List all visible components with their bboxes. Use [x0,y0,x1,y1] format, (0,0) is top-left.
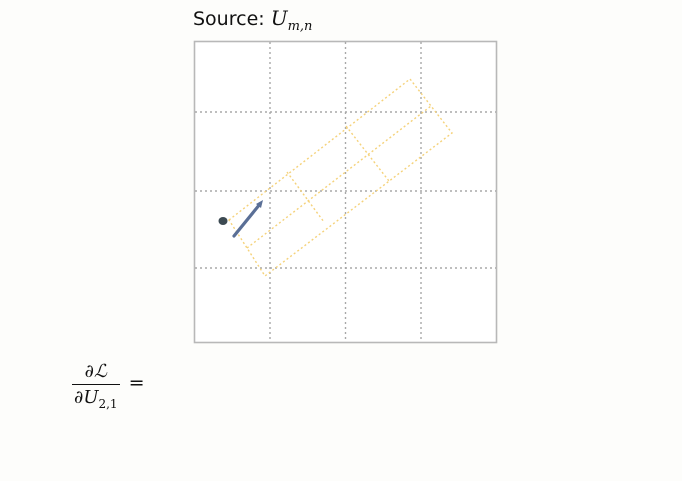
sample-point [218,217,228,225]
formula-fraction: ∂ℒ ∂U2,1 [72,360,120,411]
formula-numerator: ∂ℒ [84,361,107,382]
formula-denominator-subscript: 2,1 [98,397,118,411]
formula-equals: = [128,371,145,394]
formula-denominator-variable: U [83,387,99,408]
formula-denominator-prefix: ∂ [74,387,84,408]
gradient-formula: ∂ℒ ∂U2,1 = [72,360,145,411]
formula-denominator: ∂U2,1 [72,384,120,411]
